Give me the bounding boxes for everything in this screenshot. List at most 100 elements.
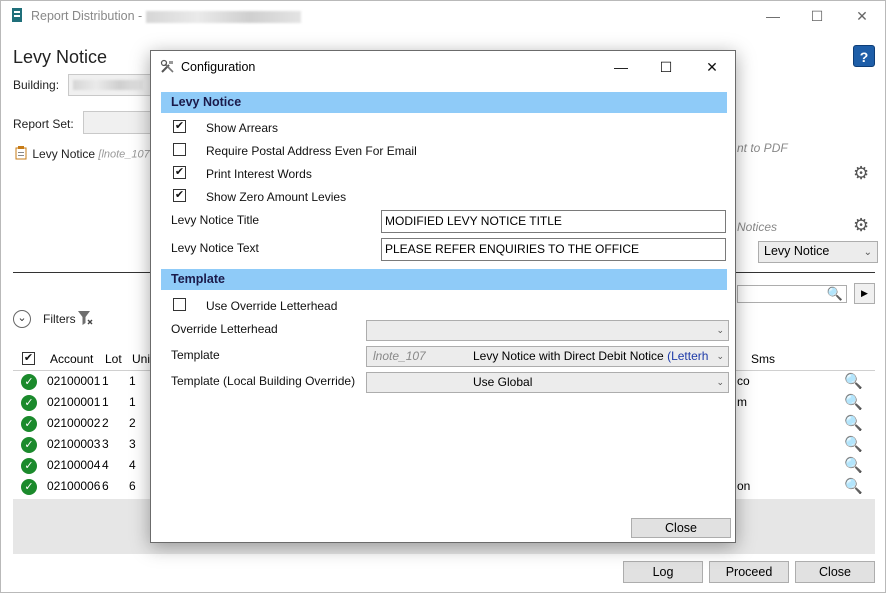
template-value: Levy Notice with Direct Debit Notice (Le…: [473, 349, 709, 363]
chevron-down-icon: ⌄: [716, 351, 724, 361]
template-code: lnote_107: [373, 349, 426, 363]
column-header-sms[interactable]: Sms: [751, 352, 775, 366]
option-label: Show Arrears: [206, 121, 279, 135]
status-ok-icon: ✓: [21, 416, 37, 432]
template-select[interactable]: lnote_107 Levy Notice with Direct Debit …: [366, 346, 729, 367]
close-button[interactable]: Close: [795, 561, 875, 583]
maximize-button[interactable]: ☐: [802, 5, 832, 27]
status-ok-icon: ✓: [21, 458, 37, 474]
cell-unit: 1: [129, 395, 136, 409]
notices-hint: Notices: [737, 220, 778, 234]
option-label: Show Zero Amount Levies: [206, 190, 347, 204]
pdf-hint: nt to PDF: [737, 141, 788, 155]
cell-unit: 6: [129, 479, 136, 493]
report-set-field[interactable]: [83, 111, 158, 134]
dialog-close-icon[interactable]: ✕: [697, 57, 727, 77]
filter-clear-icon[interactable]: [77, 309, 93, 330]
search-go-button[interactable]: ▶: [854, 283, 875, 304]
status-ok-icon: ✓: [21, 437, 37, 453]
cell-lot: 1: [102, 374, 109, 388]
cell-lot: 3: [102, 437, 109, 451]
cell-sms: on: [737, 479, 751, 493]
building-field[interactable]: [68, 74, 158, 96]
tools-icon: [160, 59, 175, 77]
column-header-account[interactable]: Account: [50, 352, 93, 366]
column-header-lot[interactable]: Lot: [105, 352, 122, 366]
option-checkbox[interactable]: ✔: [173, 189, 186, 202]
cell-sms: m: [737, 395, 747, 409]
status-ok-icon: ✓: [21, 374, 37, 390]
search-input[interactable]: 🔍: [737, 285, 847, 303]
search-icon: 🔍: [826, 286, 843, 301]
levy-notice-section-header: Levy Notice: [161, 92, 727, 113]
option-label: Print Interest Words: [206, 167, 312, 181]
dialog-maximize-button[interactable]: ☐: [651, 57, 681, 77]
search-icon[interactable]: 🔍: [844, 456, 863, 474]
help-button[interactable]: ?: [853, 45, 875, 67]
option-checkbox[interactable]: [173, 143, 186, 156]
redacted-building-name: [145, 10, 301, 23]
search-icon[interactable]: 🔍: [844, 477, 863, 495]
report-item-label: Levy Notice: [32, 146, 96, 161]
redacted-building-value: [73, 80, 143, 90]
cell-account: 02100004: [47, 458, 101, 472]
report-item[interactable]: Levy Notice [lnote_107: [15, 146, 155, 164]
select-all-checkbox[interactable]: ✔: [22, 352, 35, 365]
building-label: Building:: [13, 78, 60, 92]
cell-sms: co: [737, 374, 750, 388]
page-title: Levy Notice: [13, 47, 108, 67]
dialog-minimize-button[interactable]: —: [606, 57, 636, 77]
template-local-override-label: Template (Local Building Override): [171, 374, 356, 388]
cell-lot: 6: [102, 479, 109, 493]
levy-notice-text-label: Levy Notice Text: [171, 241, 259, 255]
template-local-override-select[interactable]: Use Global ⌄: [366, 372, 729, 393]
search-icon[interactable]: 🔍: [844, 393, 863, 411]
levy-notice-title-label: Levy Notice Title: [171, 213, 260, 227]
close-window-button[interactable]: ✕: [847, 5, 877, 27]
filters-label: Filters: [43, 312, 76, 326]
levy-notice-text-input[interactable]: PLEASE REFER ENQUIRIES TO THE OFFICE: [381, 238, 726, 261]
cell-lot: 2: [102, 416, 109, 430]
dialog-title: Configuration: [181, 60, 256, 74]
cell-unit: 3: [129, 437, 136, 451]
status-ok-icon: ✓: [21, 395, 37, 411]
dialog-close-button[interactable]: Close: [631, 518, 731, 538]
template-section-header: Template: [161, 269, 727, 290]
report-document-icon: [15, 146, 27, 163]
levy-notice-select[interactable]: Levy Notice ⌄: [758, 241, 878, 263]
cell-account: 02100001: [47, 395, 101, 409]
override-letterhead-select[interactable]: ⌄: [366, 320, 729, 341]
chevron-down-icon: ⌄: [716, 325, 724, 335]
window-title: Report Distribution -: [31, 9, 301, 23]
search-icon[interactable]: 🔍: [844, 372, 863, 390]
cell-unit: 1: [129, 374, 136, 388]
gear-icon[interactable]: ⚙: [853, 215, 869, 236]
log-button[interactable]: Log: [623, 561, 703, 583]
cell-unit: 4: [129, 458, 136, 472]
chevron-down-icon: ⌄: [863, 247, 872, 258]
cell-account: 02100003: [47, 437, 101, 451]
search-icon[interactable]: 🔍: [844, 435, 863, 453]
cell-account: 02100006: [47, 479, 101, 493]
option-label: Require Postal Address Even For Email: [206, 144, 417, 158]
expand-filters-button[interactable]: ⌄: [13, 310, 31, 328]
status-ok-icon: ✓: [21, 479, 37, 495]
levy-notice-title-input[interactable]: MODIFIED LEVY NOTICE TITLE: [381, 210, 726, 233]
override-letterhead-label: Override Letterhead: [171, 322, 278, 336]
configuration-dialog: Configuration — ☐ ✕ Levy Notice ✔ Show Ar…: [150, 50, 736, 543]
minimize-button[interactable]: —: [758, 5, 788, 27]
report-item-code: [lnote_107: [98, 148, 150, 161]
gear-icon[interactable]: ⚙: [853, 163, 869, 184]
report-set-label: Report Set:: [13, 117, 74, 131]
cell-lot: 4: [102, 458, 109, 472]
search-icon[interactable]: 🔍: [844, 414, 863, 432]
option-checkbox[interactable]: ✔: [173, 166, 186, 179]
app-logo-icon: [11, 7, 23, 23]
proceed-button[interactable]: Proceed: [709, 561, 789, 583]
option-checkbox[interactable]: ✔: [173, 120, 186, 133]
cell-account: 02100002: [47, 416, 101, 430]
cell-lot: 1: [102, 395, 109, 409]
cell-unit: 2: [129, 416, 136, 430]
use-override-letterhead-checkbox[interactable]: [173, 298, 186, 311]
chevron-down-icon: ⌄: [716, 377, 724, 387]
